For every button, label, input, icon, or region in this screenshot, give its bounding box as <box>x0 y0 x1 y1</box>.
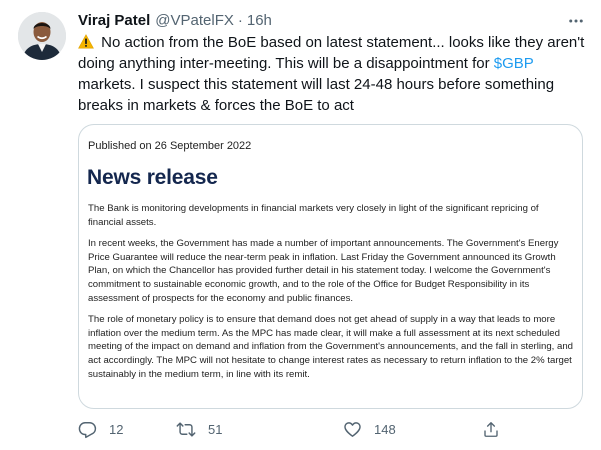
reply-button[interactable]: 12 <box>78 419 123 439</box>
news-release-title: News release <box>87 166 218 189</box>
share-button[interactable] <box>482 419 500 439</box>
avatar[interactable] <box>18 12 66 60</box>
paragraph: In recent weeks, the Government has made… <box>88 238 559 304</box>
display-name[interactable]: Viraj Patel <box>78 11 150 31</box>
warning-icon <box>78 34 94 49</box>
published-date: Published on 26 September 2022 <box>88 140 252 152</box>
tweet-timestamp[interactable]: 16h <box>247 11 272 31</box>
tweet-header: Viraj Patel @VPatelFX · 16h <box>78 11 588 31</box>
like-icon <box>343 420 362 439</box>
news-release-body: The Bank is monitoring developments in f… <box>88 202 576 389</box>
action-bar: 12 51 148 <box>78 419 593 439</box>
reply-icon <box>78 420 97 439</box>
separator-dot: · <box>237 12 243 29</box>
retweet-icon <box>176 420 196 439</box>
retweet-count: 51 <box>208 421 223 437</box>
attached-image[interactable]: Published on 26 September 2022 News rele… <box>78 124 583 409</box>
share-icon <box>482 420 500 439</box>
like-button[interactable]: 148 <box>343 419 396 439</box>
retweet-button[interactable]: 51 <box>176 419 222 439</box>
paragraph: The Bank is monitoring developments in f… <box>88 203 539 228</box>
cashtag-link[interactable]: $GBP <box>494 55 534 72</box>
user-handle[interactable]: @VPatelFX <box>155 11 234 31</box>
reply-count: 12 <box>109 421 124 437</box>
more-icon[interactable] <box>566 11 586 31</box>
tweet-text-part-2: markets. I suspect this statement will l… <box>78 76 555 114</box>
paragraph: The role of monetary policy is to ensure… <box>88 314 574 380</box>
tweet-text: No action from the BoE based on latest s… <box>78 32 593 116</box>
like-count: 148 <box>374 421 396 437</box>
